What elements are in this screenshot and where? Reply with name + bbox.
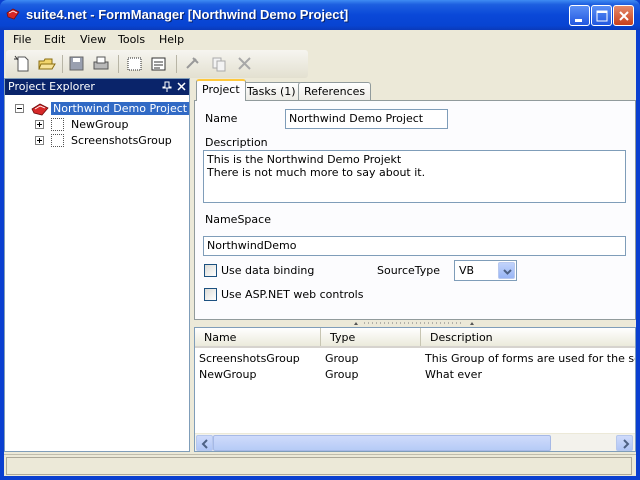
- toolbar-separator: [62, 55, 63, 73]
- client-area: File Edit View Tools Help Project Explor…: [4, 30, 636, 476]
- tab-project[interactable]: Project: [196, 79, 246, 101]
- form-icon[interactable]: [124, 54, 146, 74]
- tree-node-project-label: Northwind Demo Project: [51, 102, 190, 115]
- chevron-left-icon: [201, 439, 208, 449]
- maximize-icon: [596, 10, 608, 22]
- menu-bar: File Edit View Tools Help: [4, 30, 636, 50]
- close-panel-icon[interactable]: [177, 82, 186, 91]
- group-icon: [51, 134, 64, 147]
- grip-icon: [354, 322, 474, 325]
- group-list: Name Type Description ScreenshotsGroup G…: [194, 327, 636, 452]
- tree-node-group-label: ScreenshotsGroup: [71, 134, 172, 147]
- name-input[interactable]: Northwind Demo Project: [285, 109, 448, 129]
- horizontal-splitter[interactable]: [194, 320, 636, 327]
- use-aspnet-label: Use ASP.NET web controls: [221, 288, 364, 301]
- build-icon[interactable]: [182, 54, 204, 74]
- tree-node-project[interactable]: Northwind Demo Project: [15, 101, 190, 117]
- close-window-button[interactable]: [613, 5, 634, 26]
- scroll-thumb[interactable]: [213, 435, 551, 451]
- open-folder-icon[interactable]: [36, 54, 58, 74]
- namespace-input[interactable]: NorthwindDemo: [203, 236, 626, 256]
- expand-icon[interactable]: [35, 136, 44, 145]
- tree-node-group-label: NewGroup: [71, 118, 129, 131]
- horizontal-scrollbar[interactable]: [195, 433, 635, 451]
- list-cell-name: NewGroup: [199, 368, 257, 381]
- project-icon: [31, 103, 49, 116]
- copy-icon[interactable]: [208, 54, 230, 74]
- project-tab-page: Name Northwind Demo Project Description …: [194, 100, 636, 320]
- description-label: Description: [205, 136, 268, 149]
- status-panel: [6, 457, 632, 475]
- tab-references[interactable]: References: [298, 82, 372, 100]
- application-window: suite4.net - FormManager [Northwind Demo…: [0, 0, 640, 480]
- list-item[interactable]: ScreenshotsGroup Group This Group of for…: [195, 350, 635, 366]
- project-explorer-panel: Project Explorer Northwind Demo Project …: [4, 78, 190, 452]
- source-type-value: VB: [459, 264, 475, 277]
- list-item[interactable]: NewGroup Group What ever: [195, 366, 635, 382]
- menu-view[interactable]: View: [80, 33, 106, 46]
- menu-edit[interactable]: Edit: [44, 33, 65, 46]
- delete-icon[interactable]: [234, 54, 256, 74]
- toolbar-separator: [118, 55, 119, 73]
- close-icon: [619, 11, 629, 21]
- chevron-right-icon: [623, 439, 630, 449]
- minimize-button[interactable]: [569, 5, 590, 26]
- list-cell-name: ScreenshotsGroup: [199, 352, 300, 365]
- menu-help[interactable]: Help: [159, 33, 184, 46]
- use-data-binding-label: Use data binding: [221, 264, 315, 277]
- pin-icon[interactable]: [162, 81, 172, 92]
- column-header-description[interactable]: Description: [421, 328, 635, 346]
- use-data-binding-checkbox[interactable]: [204, 264, 217, 277]
- title-bar[interactable]: suite4.net - FormManager [Northwind Demo…: [0, 0, 640, 30]
- scroll-left-button[interactable]: [196, 435, 213, 451]
- toolbar-separator: [176, 55, 177, 73]
- menu-file[interactable]: File: [13, 33, 31, 46]
- source-type-label: SourceType: [377, 264, 441, 277]
- description-input[interactable]: This is the Northwind Demo Projekt There…: [203, 150, 626, 203]
- expand-icon[interactable]: [35, 120, 44, 129]
- scroll-right-button[interactable]: [616, 435, 633, 451]
- list-cell-description: What ever: [425, 368, 482, 381]
- name-label: Name: [205, 112, 238, 125]
- status-bar: [4, 454, 636, 476]
- description-line: This is the Northwind Demo Projekt: [207, 153, 402, 166]
- tree-node-group[interactable]: NewGroup: [35, 117, 185, 133]
- list-cell-type: Group: [325, 368, 359, 381]
- column-header-name[interactable]: Name: [195, 328, 321, 346]
- list-cell-type: Group: [325, 352, 359, 365]
- maximize-button[interactable]: [591, 5, 612, 26]
- group-icon: [51, 118, 64, 131]
- app-logo-icon: [6, 8, 20, 20]
- source-type-select[interactable]: VB: [454, 260, 517, 281]
- window-title: suite4.net - FormManager [Northwind Demo…: [26, 7, 349, 22]
- properties-icon[interactable]: [148, 54, 170, 74]
- minimize-icon: [575, 19, 582, 22]
- menu-tools[interactable]: Tools: [118, 33, 145, 46]
- namespace-label: NameSpace: [205, 213, 271, 226]
- print-icon[interactable]: [90, 54, 112, 74]
- save-icon[interactable]: [66, 54, 88, 74]
- project-explorer-header: Project Explorer: [5, 79, 189, 95]
- column-header-type[interactable]: Type: [321, 328, 421, 346]
- toolbar: [6, 50, 308, 78]
- description-line: There is not much more to say about it.: [207, 166, 426, 179]
- new-file-icon[interactable]: [12, 54, 34, 74]
- tab-strip: Project Tasks (1) References: [194, 78, 634, 101]
- use-aspnet-checkbox[interactable]: [204, 288, 217, 301]
- collapse-icon[interactable]: [15, 104, 24, 113]
- chevron-down-icon: [503, 269, 512, 275]
- dropdown-button[interactable]: [498, 262, 515, 279]
- project-explorer-title: Project Explorer: [8, 80, 95, 93]
- tree-node-group[interactable]: ScreenshotsGroup: [35, 133, 185, 149]
- list-header: Name Type Description: [195, 328, 635, 348]
- list-cell-description: This Group of forms are used for the scr…: [425, 352, 635, 365]
- tab-tasks[interactable]: Tasks (1): [241, 82, 302, 100]
